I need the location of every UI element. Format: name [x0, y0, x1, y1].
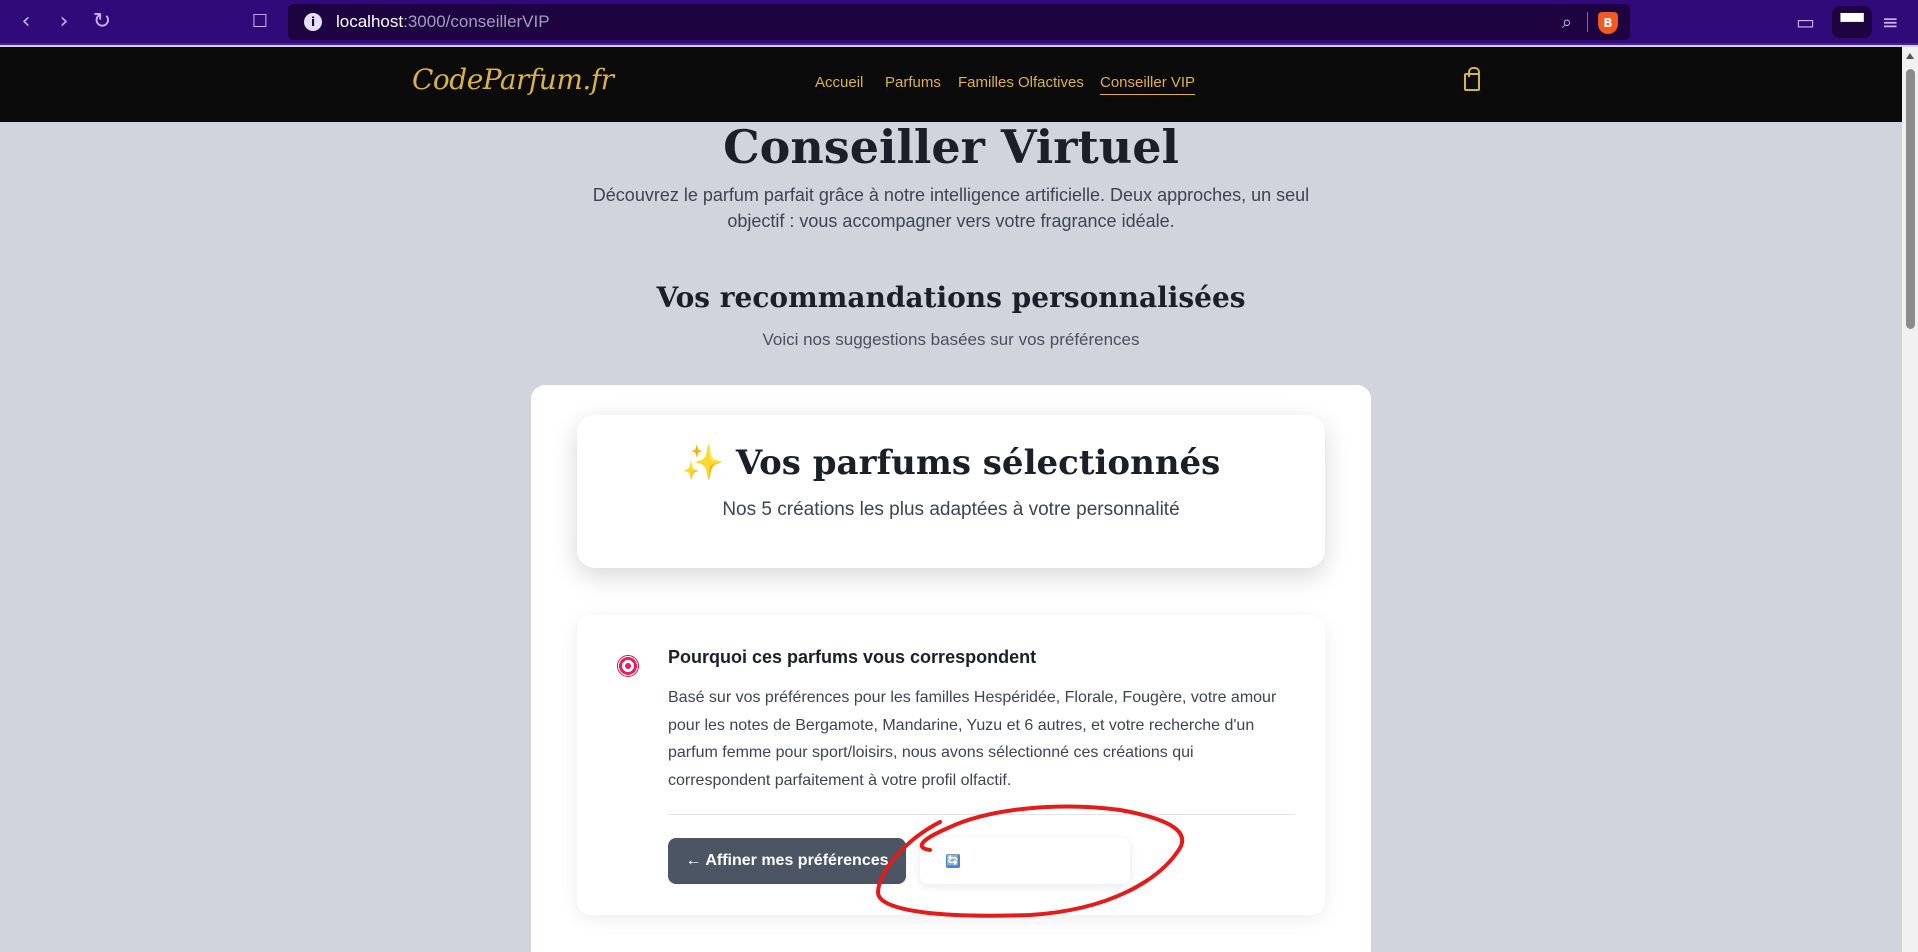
why-title: Pourquoi ces parfums vous correspondent: [668, 647, 1037, 667]
site-header: CodeParfum.fr Accueil Parfums Familles O…: [0, 47, 1902, 122]
forward-icon[interactable]: ›: [50, 8, 78, 36]
page-scrollbar[interactable]: [1902, 47, 1918, 952]
browser-toolbar: ‹ › ↻ ☐ i localhost:3000/conseillerVIP ⌕…: [0, 0, 1918, 45]
section-title: Vos recommandations personnalisées: [656, 281, 1246, 314]
bookmark-icon[interactable]: ☐: [246, 8, 274, 36]
url-text[interactable]: localhost:3000/conseillerVIP: [336, 12, 550, 32]
target-icon: [617, 655, 639, 677]
reload-icon[interactable]: ↻: [88, 8, 116, 36]
why-explanation: Basé sur vos préférences pour les famill…: [668, 689, 1277, 789]
refine-preferences-button[interactable]: ← Affiner mes préférences: [668, 838, 906, 884]
nav-parfums[interactable]: Parfums: [885, 74, 941, 91]
divider: [668, 814, 1295, 815]
vpn-glasses-icon[interactable]: ▀▀: [1832, 6, 1872, 38]
scroll-up-arrow-icon[interactable]: [1906, 53, 1914, 59]
menu-icon[interactable]: ≡: [1882, 10, 1899, 34]
refresh-icon: 🔄: [946, 854, 960, 868]
selection-header-card: ✨ Vos parfums sélectionnés Nos 5 créatio…: [577, 415, 1325, 568]
selection-subtitle: Nos 5 créations les plus adaptées à votr…: [722, 499, 1180, 520]
scroll-thumb[interactable]: [1906, 69, 1915, 329]
selection-title: ✨ Vos parfums sélectionnés: [681, 443, 1221, 483]
zoom-icon[interactable]: ⌕: [1562, 12, 1572, 33]
address-bar-divider: [1587, 12, 1588, 32]
sparkles-icon: ✨: [681, 443, 725, 483]
info-icon[interactable]: i: [304, 13, 322, 31]
nav-conseiller-vip[interactable]: Conseiller VIP: [1100, 74, 1196, 95]
sidebar-toggle-icon[interactable]: ▭: [1796, 10, 1815, 34]
nav-familles-olfactives[interactable]: Familles Olfactives: [958, 74, 1084, 91]
nav-accueil[interactable]: Accueil: [815, 74, 863, 91]
refresh-button[interactable]: 🔄: [920, 838, 1130, 884]
shopping-bag-icon[interactable]: [1464, 67, 1480, 91]
brave-lion-icon[interactable]: B: [1598, 12, 1618, 34]
page-description: Découvrez le parfum parfait grâce à notr…: [592, 185, 1310, 231]
address-bar[interactable]: i localhost:3000/conseillerVIP ⌕ B: [288, 4, 1630, 40]
page-title: Conseiller Virtuel: [723, 120, 1179, 174]
why-card: Pourquoi ces parfums vous correspondent …: [577, 615, 1325, 915]
site-logo[interactable]: CodeParfum.fr: [412, 63, 614, 96]
back-icon[interactable]: ‹: [12, 8, 40, 36]
section-subtitle: Voici nos suggestions basées sur vos pré…: [762, 330, 1140, 349]
